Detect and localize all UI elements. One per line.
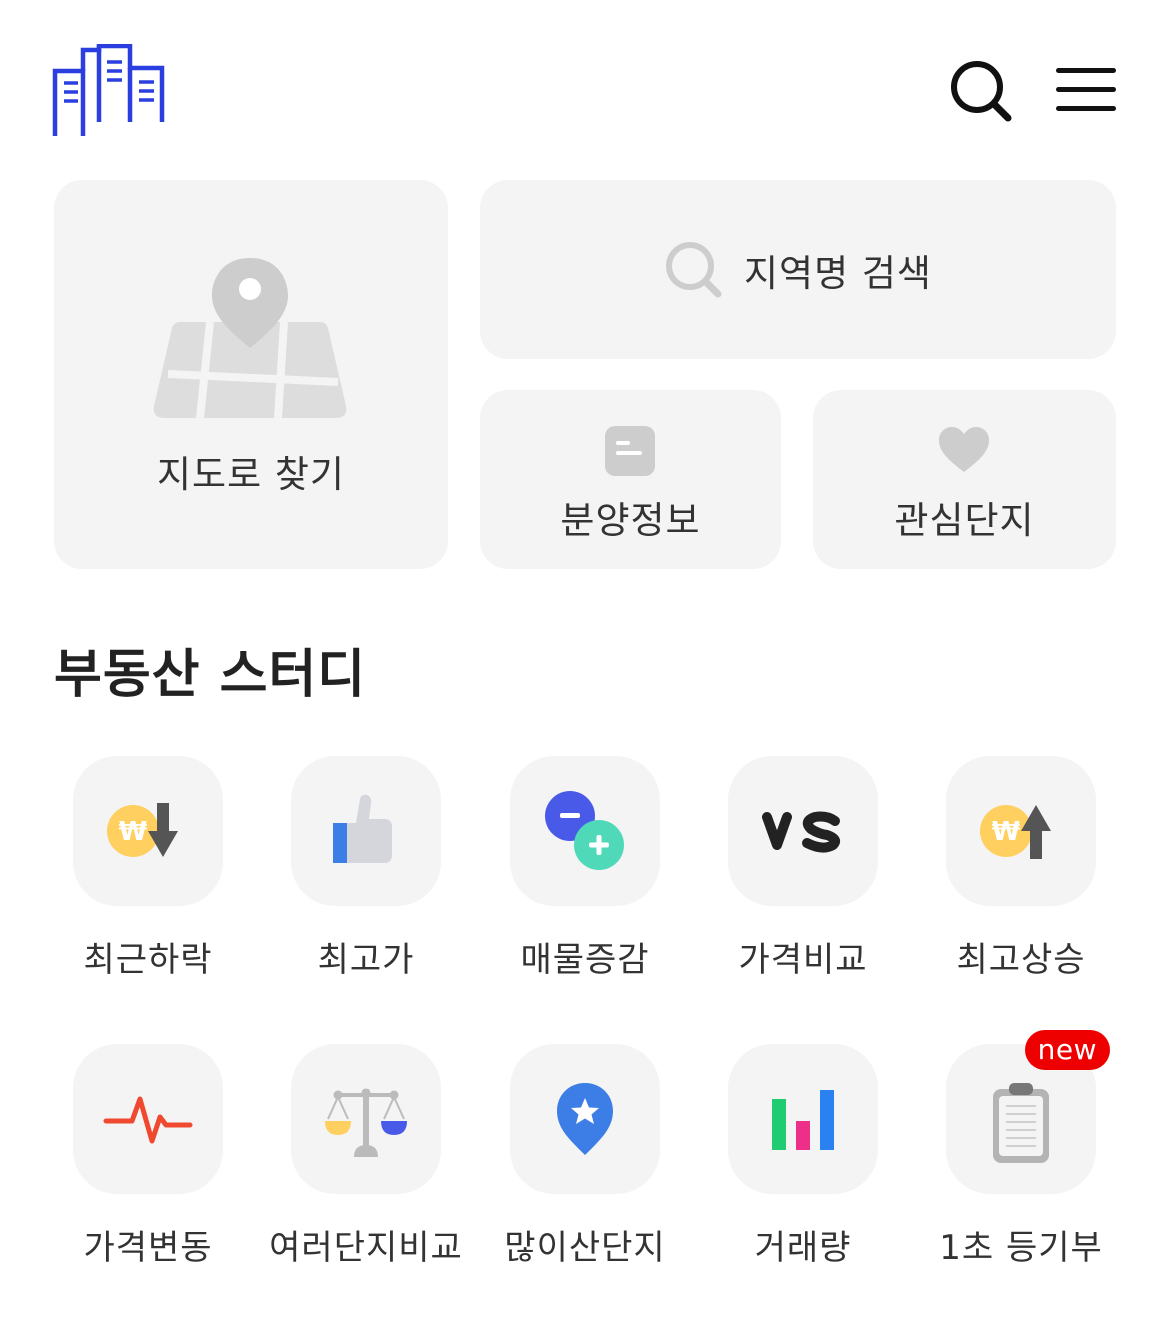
heart-icon: [937, 425, 991, 475]
star-pin-icon: [557, 1083, 613, 1155]
map-pin-icon: [150, 256, 350, 426]
svg-text:₩: ₩: [992, 817, 1021, 847]
thumbs-up-icon: [333, 794, 392, 863]
study-item-recent-drop[interactable]: ₩ 최근하락: [48, 756, 248, 986]
app-header: [0, 0, 1170, 150]
new-badge: new: [1024, 1030, 1110, 1070]
study-item-label: 최근하락: [83, 940, 213, 980]
study-item-label: 매물증감: [520, 940, 650, 980]
clipboard-icon: [993, 1083, 1049, 1163]
study-section-title: 부동산 스터디: [54, 645, 367, 705]
study-item-label: 많이산단지: [504, 1228, 666, 1268]
hamburger-menu-icon[interactable]: [1054, 66, 1118, 116]
study-item-highest-rise[interactable]: ₩ 최고상승: [921, 756, 1121, 986]
region-search-card[interactable]: 지역명 검색: [480, 180, 1116, 359]
study-item-price-fluctuation[interactable]: 가격변동: [48, 1044, 248, 1274]
won-up-icon: ₩: [980, 805, 1051, 859]
search-card-label: 지역명 검색: [744, 251, 932, 295]
vs-icon: [762, 811, 840, 853]
study-item-label: 1초 등기부: [939, 1228, 1103, 1268]
scale-icon: [325, 1088, 407, 1157]
study-item-most-bought[interactable]: 많이산단지: [485, 1044, 685, 1274]
bar-chart-icon: [772, 1090, 834, 1150]
presale-info-card[interactable]: 분양정보: [480, 390, 781, 569]
plus-minus-icon: [545, 791, 624, 870]
document-icon: [604, 425, 656, 477]
study-item-price-compare[interactable]: 가격비교: [703, 756, 903, 986]
pulse-icon: [103, 1096, 193, 1144]
favorites-card-label: 관심단지: [894, 499, 1035, 542]
search-icon: [666, 241, 722, 297]
study-item-label: 가격비교: [738, 940, 868, 980]
study-item-listing-change[interactable]: 매물증감: [485, 756, 685, 986]
map-card-label: 지도로 찾기: [157, 453, 345, 496]
map-search-card[interactable]: 지도로 찾기: [54, 180, 448, 569]
favorite-complex-card[interactable]: 관심단지: [813, 390, 1116, 569]
study-item-label: 여러단지비교: [269, 1228, 463, 1268]
study-item-label: 가격변동: [83, 1228, 213, 1268]
building-logo-icon[interactable]: [52, 43, 168, 136]
study-item-label: 거래량: [754, 1228, 852, 1268]
study-item-label: 최고가: [317, 940, 415, 980]
study-item-registry[interactable]: new 1초 등기부: [921, 1030, 1121, 1274]
study-item-label: 최고상승: [956, 940, 1086, 980]
header-search-icon[interactable]: [948, 58, 1014, 124]
study-item-highest-price[interactable]: 최고가: [266, 756, 466, 986]
svg-text:₩: ₩: [119, 817, 148, 847]
presale-card-label: 분양정보: [560, 499, 701, 542]
study-item-multi-compare[interactable]: 여러단지비교: [266, 1044, 466, 1274]
won-down-icon: ₩: [107, 803, 178, 857]
study-item-trade-volume[interactable]: 거래량: [703, 1044, 903, 1274]
